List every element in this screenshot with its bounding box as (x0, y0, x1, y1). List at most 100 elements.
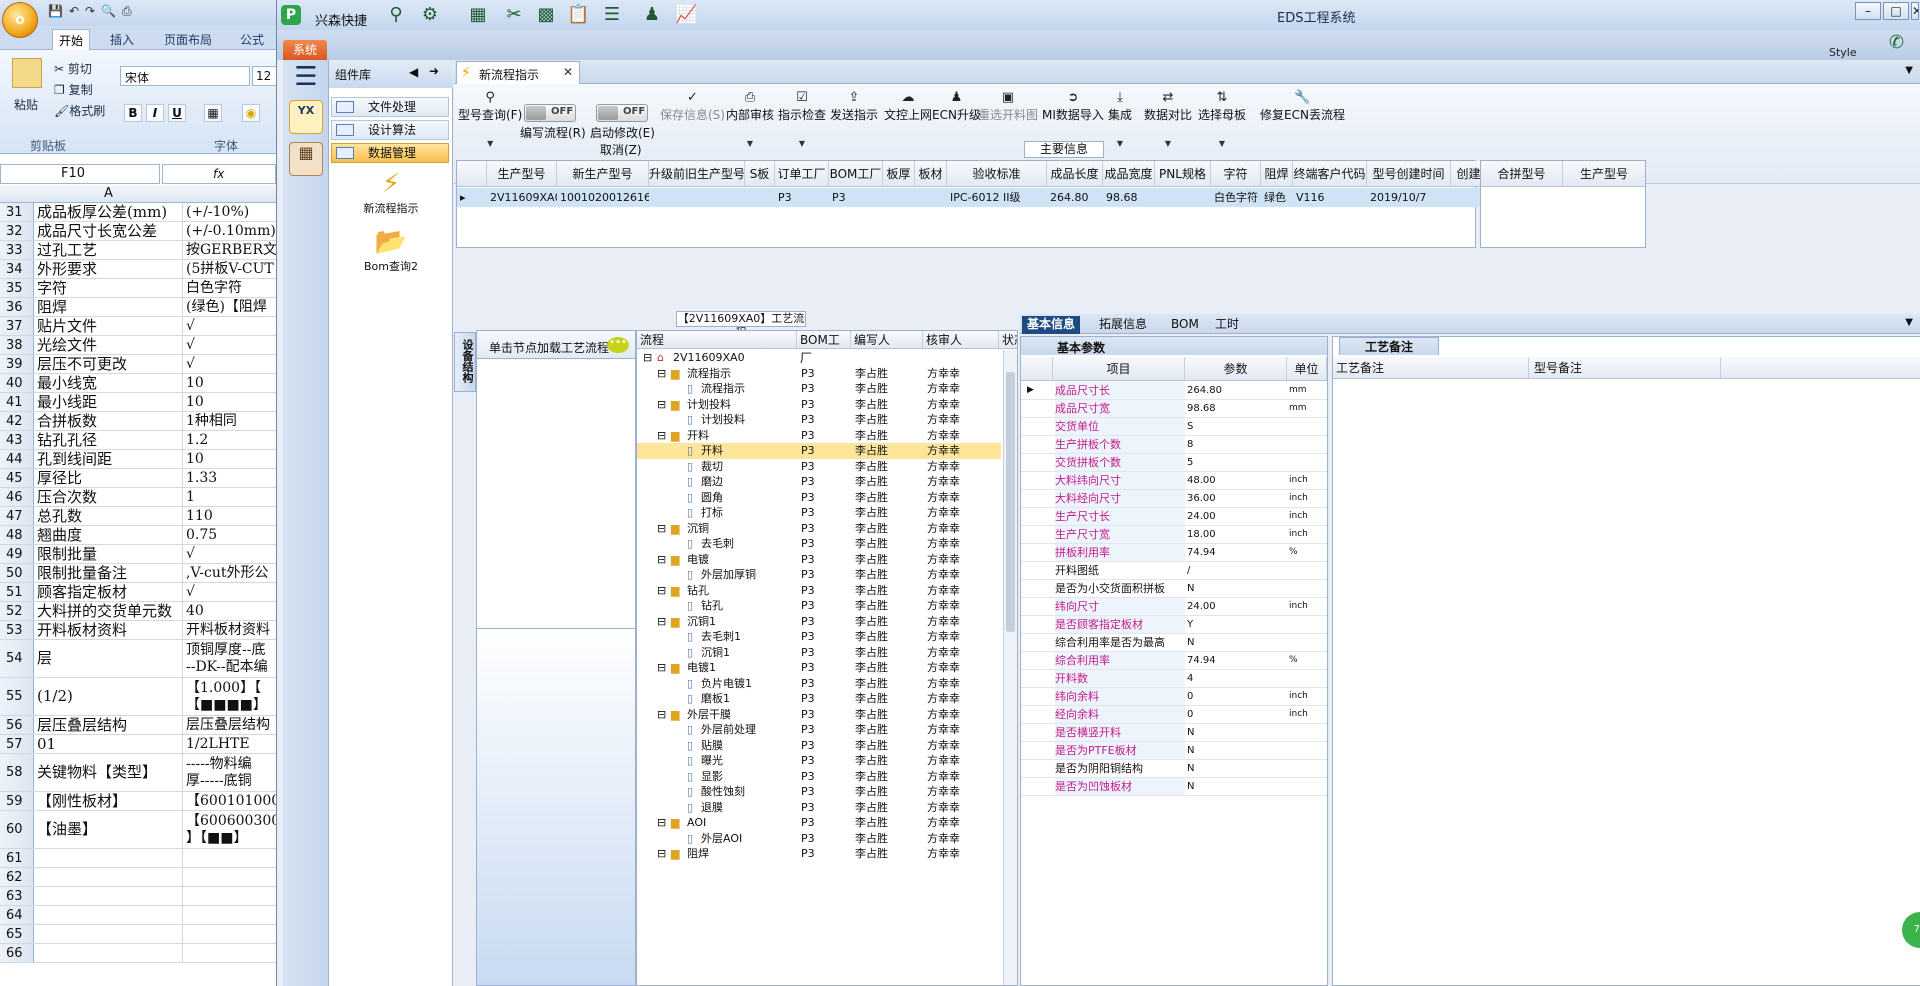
globe-icon[interactable]: ⚙ (419, 5, 441, 25)
comp-item-file[interactable]: 文件处理 (331, 97, 449, 117)
tree-root[interactable]: ⊟ ⌂ 2V11609XA0 (637, 350, 1001, 366)
instruction-check-button[interactable]: ☑ 指示检查 ▼ (778, 90, 826, 148)
tab-home[interactable]: 开始 (52, 29, 91, 50)
row-number[interactable]: 36 (0, 298, 34, 316)
cell-b[interactable]: 【600101000 (184, 792, 276, 810)
cell-a[interactable]: 关键物料【类型】 (35, 754, 183, 791)
param-value[interactable]: 24.00 (1187, 508, 1287, 525)
mi-import-button[interactable]: ➲ MI数据导入 (1042, 90, 1104, 123)
cell-a[interactable]: 压合次数 (35, 488, 183, 506)
chevron-down-icon[interactable]: ▼ (1905, 65, 1913, 76)
grid-header[interactable]: 成品宽度 (1103, 161, 1155, 187)
grid-header[interactable]: 板材 (915, 161, 947, 187)
row-number[interactable]: 60 (0, 811, 34, 848)
row-number[interactable]: 54 (0, 640, 34, 677)
italic-button[interactable]: I (146, 104, 164, 122)
scrollbar-thumb[interactable] (1006, 372, 1015, 632)
cell-b[interactable]: 层压叠层结构 (184, 716, 276, 734)
cell-a[interactable]: 顾客指定板材 (35, 583, 183, 601)
collapse-icon[interactable]: ⊟ (657, 521, 666, 537)
cell-b[interactable]: 1.2 (184, 431, 276, 449)
param-row[interactable]: 是否横竖开料 N (1021, 724, 1327, 742)
collapse-icon[interactable]: ⊟ (657, 614, 666, 630)
write-flow-toggle[interactable]: OFF (524, 104, 576, 122)
cell-a[interactable]: 01 (35, 735, 183, 753)
cell-b[interactable]: 1种相同 (184, 412, 276, 430)
cell-a[interactable]: 孔到线间距 (35, 450, 183, 468)
tab-page-layout[interactable]: 页面布局 (158, 29, 218, 50)
cell-b[interactable]: 开料板材资料 (184, 621, 276, 639)
cell-b[interactable] (184, 868, 276, 886)
cell-b[interactable]: 1/2LHTE (184, 735, 276, 753)
grid-icon[interactable]: ▦ (467, 5, 489, 25)
tree-column-header[interactable]: 编写人 (851, 331, 923, 349)
cell-b[interactable]: 10 (184, 393, 276, 411)
collapse-icon[interactable]: ⊟ (657, 846, 666, 862)
cell-b[interactable]: 1.33 (184, 469, 276, 487)
row-number[interactable]: 58 (0, 754, 34, 791)
tree-row[interactable]: ▯裁切P3李占胜方幸幸已审核 (637, 459, 1017, 475)
cell-b[interactable] (184, 925, 276, 943)
param-value[interactable]: 18.00 (1187, 526, 1287, 543)
cell-a[interactable]: 最小线宽 (35, 374, 183, 392)
cell-a[interactable]: 层压叠层结构 (35, 716, 183, 734)
cell-a[interactable]: 过孔工艺 (35, 241, 183, 259)
row-number[interactable]: 41 (0, 393, 34, 411)
cell-a[interactable]: 【油墨】 (35, 811, 183, 848)
param-value[interactable]: Y (1187, 616, 1287, 633)
menu-icon[interactable]: ☰ (287, 62, 325, 94)
tree-row[interactable]: ▯外层加厚铜P3李占胜方幸幸已审核 (637, 567, 1017, 583)
cell-a[interactable]: 翘曲度 (35, 526, 183, 544)
row-number[interactable]: 42 (0, 412, 34, 430)
param-column-header[interactable]: 参数 (1185, 357, 1287, 381)
undo-icon[interactable]: ↶ (69, 4, 79, 19)
close-tab-icon[interactable]: ✕ (563, 65, 573, 79)
cell-b[interactable]: 按GERBER文件 (184, 241, 276, 259)
close-button[interactable]: ✕ (1911, 2, 1919, 20)
search-icon[interactable]: ⚲ (385, 5, 407, 25)
cell-a[interactable]: 开料板材资料 (35, 621, 183, 639)
tree-column-header[interactable]: 状态 (999, 331, 1017, 349)
row-number[interactable]: 61 (0, 849, 34, 867)
cell-a[interactable] (35, 906, 183, 924)
chart-icon[interactable]: 📈 (675, 5, 697, 25)
cell-a[interactable] (35, 849, 183, 867)
tab-hours[interactable]: 工时 (1210, 316, 1244, 334)
row-number[interactable]: 46 (0, 488, 34, 506)
grid-header[interactable]: 终端客户代码 (1293, 161, 1367, 187)
cell-a[interactable]: 大料拼的交货单元数 (35, 602, 183, 620)
cell-b[interactable]: 0.75 (184, 526, 276, 544)
office-button[interactable]: O (2, 2, 38, 38)
tree-row[interactable]: ▯沉铜1P3李占胜方幸幸已审核 (637, 645, 1017, 661)
minimize-button[interactable]: – (1855, 2, 1881, 20)
tree-row[interactable]: ▯流程指示P3李占胜方幸幸已审核 (637, 381, 1017, 397)
film-icon[interactable]: ▩ (535, 5, 557, 25)
tree-row[interactable]: ▯曝光P3李占胜方幸幸已审核 (637, 753, 1017, 769)
cell-b[interactable]: 40 (184, 602, 276, 620)
param-row[interactable]: 是否为PTFE板材 N (1021, 742, 1327, 760)
tree-row[interactable]: ⊟▆AOIP3李占胜方幸幸已审核 (637, 815, 1017, 831)
grid-cell[interactable] (915, 188, 947, 207)
cell-b[interactable]: (5拼板V-CUT (184, 260, 276, 278)
param-value[interactable]: 98.68 (1187, 400, 1287, 417)
param-row[interactable]: 经向余料 0 inch (1021, 706, 1327, 724)
param-row[interactable]: 开料图纸 / (1021, 562, 1327, 580)
load-flow-header[interactable]: 单击节点加载工艺流程 ••• (477, 331, 635, 359)
grid-cell[interactable] (649, 188, 745, 207)
tree-row[interactable]: ⊟▆沉铜1P3李占胜方幸幸已审核 (637, 614, 1017, 630)
cell-b[interactable]: 白色字符 (184, 279, 276, 297)
grid-cell[interactable] (1155, 188, 1211, 207)
cell-b[interactable]: 10 (184, 374, 276, 392)
tree-row[interactable]: ▯去毛刺P3李占胜方幸幸已审核 (637, 536, 1017, 552)
collapse-icon[interactable]: ⊟ (643, 350, 652, 366)
param-row[interactable]: 生产尺寸宽 18.00 inch (1021, 526, 1327, 544)
collapse-icon[interactable]: ⊟ (657, 552, 666, 568)
comp-item-algorithm[interactable]: 设计算法 (331, 120, 449, 140)
tree-row[interactable]: ⊟▆沉铜P3李占胜方幸幸已审核 (637, 521, 1017, 537)
param-row[interactable]: 大料经向尺寸 36.00 inch (1021, 490, 1327, 508)
cancel-button[interactable]: 取消(Z) (600, 141, 642, 158)
grid-cell[interactable]: 2019/10/7 (1367, 188, 1451, 207)
tree-row[interactable]: ▯负片电镀1P3李占胜方幸幸已审核 (637, 676, 1017, 692)
grid-header[interactable]: 生产型号 (1563, 161, 1645, 187)
cell-a[interactable] (35, 925, 183, 943)
